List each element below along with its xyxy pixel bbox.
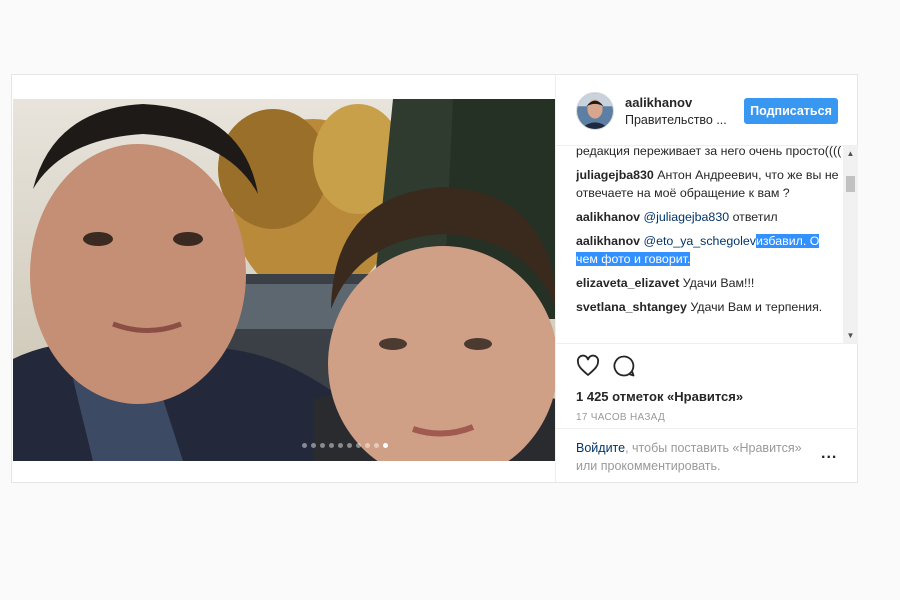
comment-item: редакция переживает за него очень просто… xyxy=(576,146,842,160)
likes-count[interactable]: 1 425 отметок «Нравится» xyxy=(576,389,743,404)
carousel-dot[interactable] xyxy=(355,443,361,448)
comment-item: juliagejba830 Антон Андреевич, что же вы… xyxy=(576,166,842,202)
username-link[interactable]: aalikhanov xyxy=(625,95,692,110)
post-header: aalikhanov Правительство ... Подписаться xyxy=(556,75,858,146)
comment-username[interactable]: aalikhanov xyxy=(576,210,640,224)
comment-text: Удачи Вам!!! xyxy=(682,276,755,290)
login-link[interactable]: Войдите xyxy=(576,441,625,455)
carousel-dot[interactable] xyxy=(310,443,316,448)
carousel-dots xyxy=(13,443,556,448)
more-options-icon[interactable]: ... xyxy=(821,445,837,463)
carousel-dot[interactable] xyxy=(364,443,370,448)
comment-icon[interactable] xyxy=(612,354,638,380)
carousel-dot[interactable] xyxy=(319,443,325,448)
post-actions: 1 425 отметок «Нравится» 17 ЧАСОВ НАЗАД … xyxy=(556,343,858,482)
comment-item: aalikhanov @juliagejba830 ответил xyxy=(576,208,842,226)
instagram-post: aalikhanov Правительство ... Подписаться… xyxy=(11,74,858,483)
comment-item: elizaveta_elizavet Удачи Вам!!! xyxy=(576,274,842,292)
scroll-up-arrow-icon[interactable]: ▲ xyxy=(843,146,858,161)
comment-mention[interactable]: @eto_ya_schegolev xyxy=(644,234,756,248)
carousel-dot[interactable] xyxy=(346,443,352,448)
avatar[interactable] xyxy=(576,92,614,130)
login-prompt-text: Войдите, чтобы поставить «Нравится» или … xyxy=(576,439,816,475)
login-prompt: Войдите, чтобы поставить «Нравится» или … xyxy=(556,428,858,483)
avatar-image xyxy=(577,93,613,129)
carousel-dot[interactable] xyxy=(382,443,388,448)
location-link[interactable]: Правительство ... xyxy=(625,113,727,127)
comment-text: ответил xyxy=(732,210,778,224)
carousel-dot[interactable] xyxy=(373,443,379,448)
post-photo[interactable] xyxy=(13,99,556,461)
carousel-dot[interactable] xyxy=(328,443,334,448)
comments-scrollbar[interactable]: ▲ ▼ xyxy=(843,146,858,343)
comment-text: Удачи Вам и терпения. xyxy=(690,300,823,314)
comment-username[interactable]: juliagejba830 xyxy=(576,168,654,182)
comment-username[interactable]: aalikhanov xyxy=(576,234,640,248)
scroll-down-arrow-icon[interactable]: ▼ xyxy=(843,328,858,343)
comment-username[interactable]: svetlana_shtangey xyxy=(576,300,687,314)
comment-item: aalikhanov @eto_ya_schegolevизбавил. О ч… xyxy=(576,232,842,268)
carousel-dot[interactable] xyxy=(337,443,343,448)
carousel-dot[interactable] xyxy=(301,443,307,448)
comment-username[interactable]: elizaveta_elizavet xyxy=(576,276,679,290)
comment-item: svetlana_shtangey Удачи Вам и терпения. xyxy=(576,298,842,316)
follow-button[interactable]: Подписаться xyxy=(744,98,838,124)
post-timestamp[interactable]: 17 ЧАСОВ НАЗАД xyxy=(576,412,665,423)
comments-list: редакция переживает за него очень просто… xyxy=(576,146,842,343)
post-sidebar: aalikhanov Правительство ... Подписаться… xyxy=(555,75,858,482)
comment-text: редакция переживает за него очень просто… xyxy=(576,146,842,158)
selfie-image xyxy=(13,99,556,461)
scrollbar-thumb[interactable] xyxy=(846,176,855,192)
heart-icon[interactable] xyxy=(576,354,602,380)
comment-mention[interactable]: @juliagejba830 xyxy=(644,210,730,224)
